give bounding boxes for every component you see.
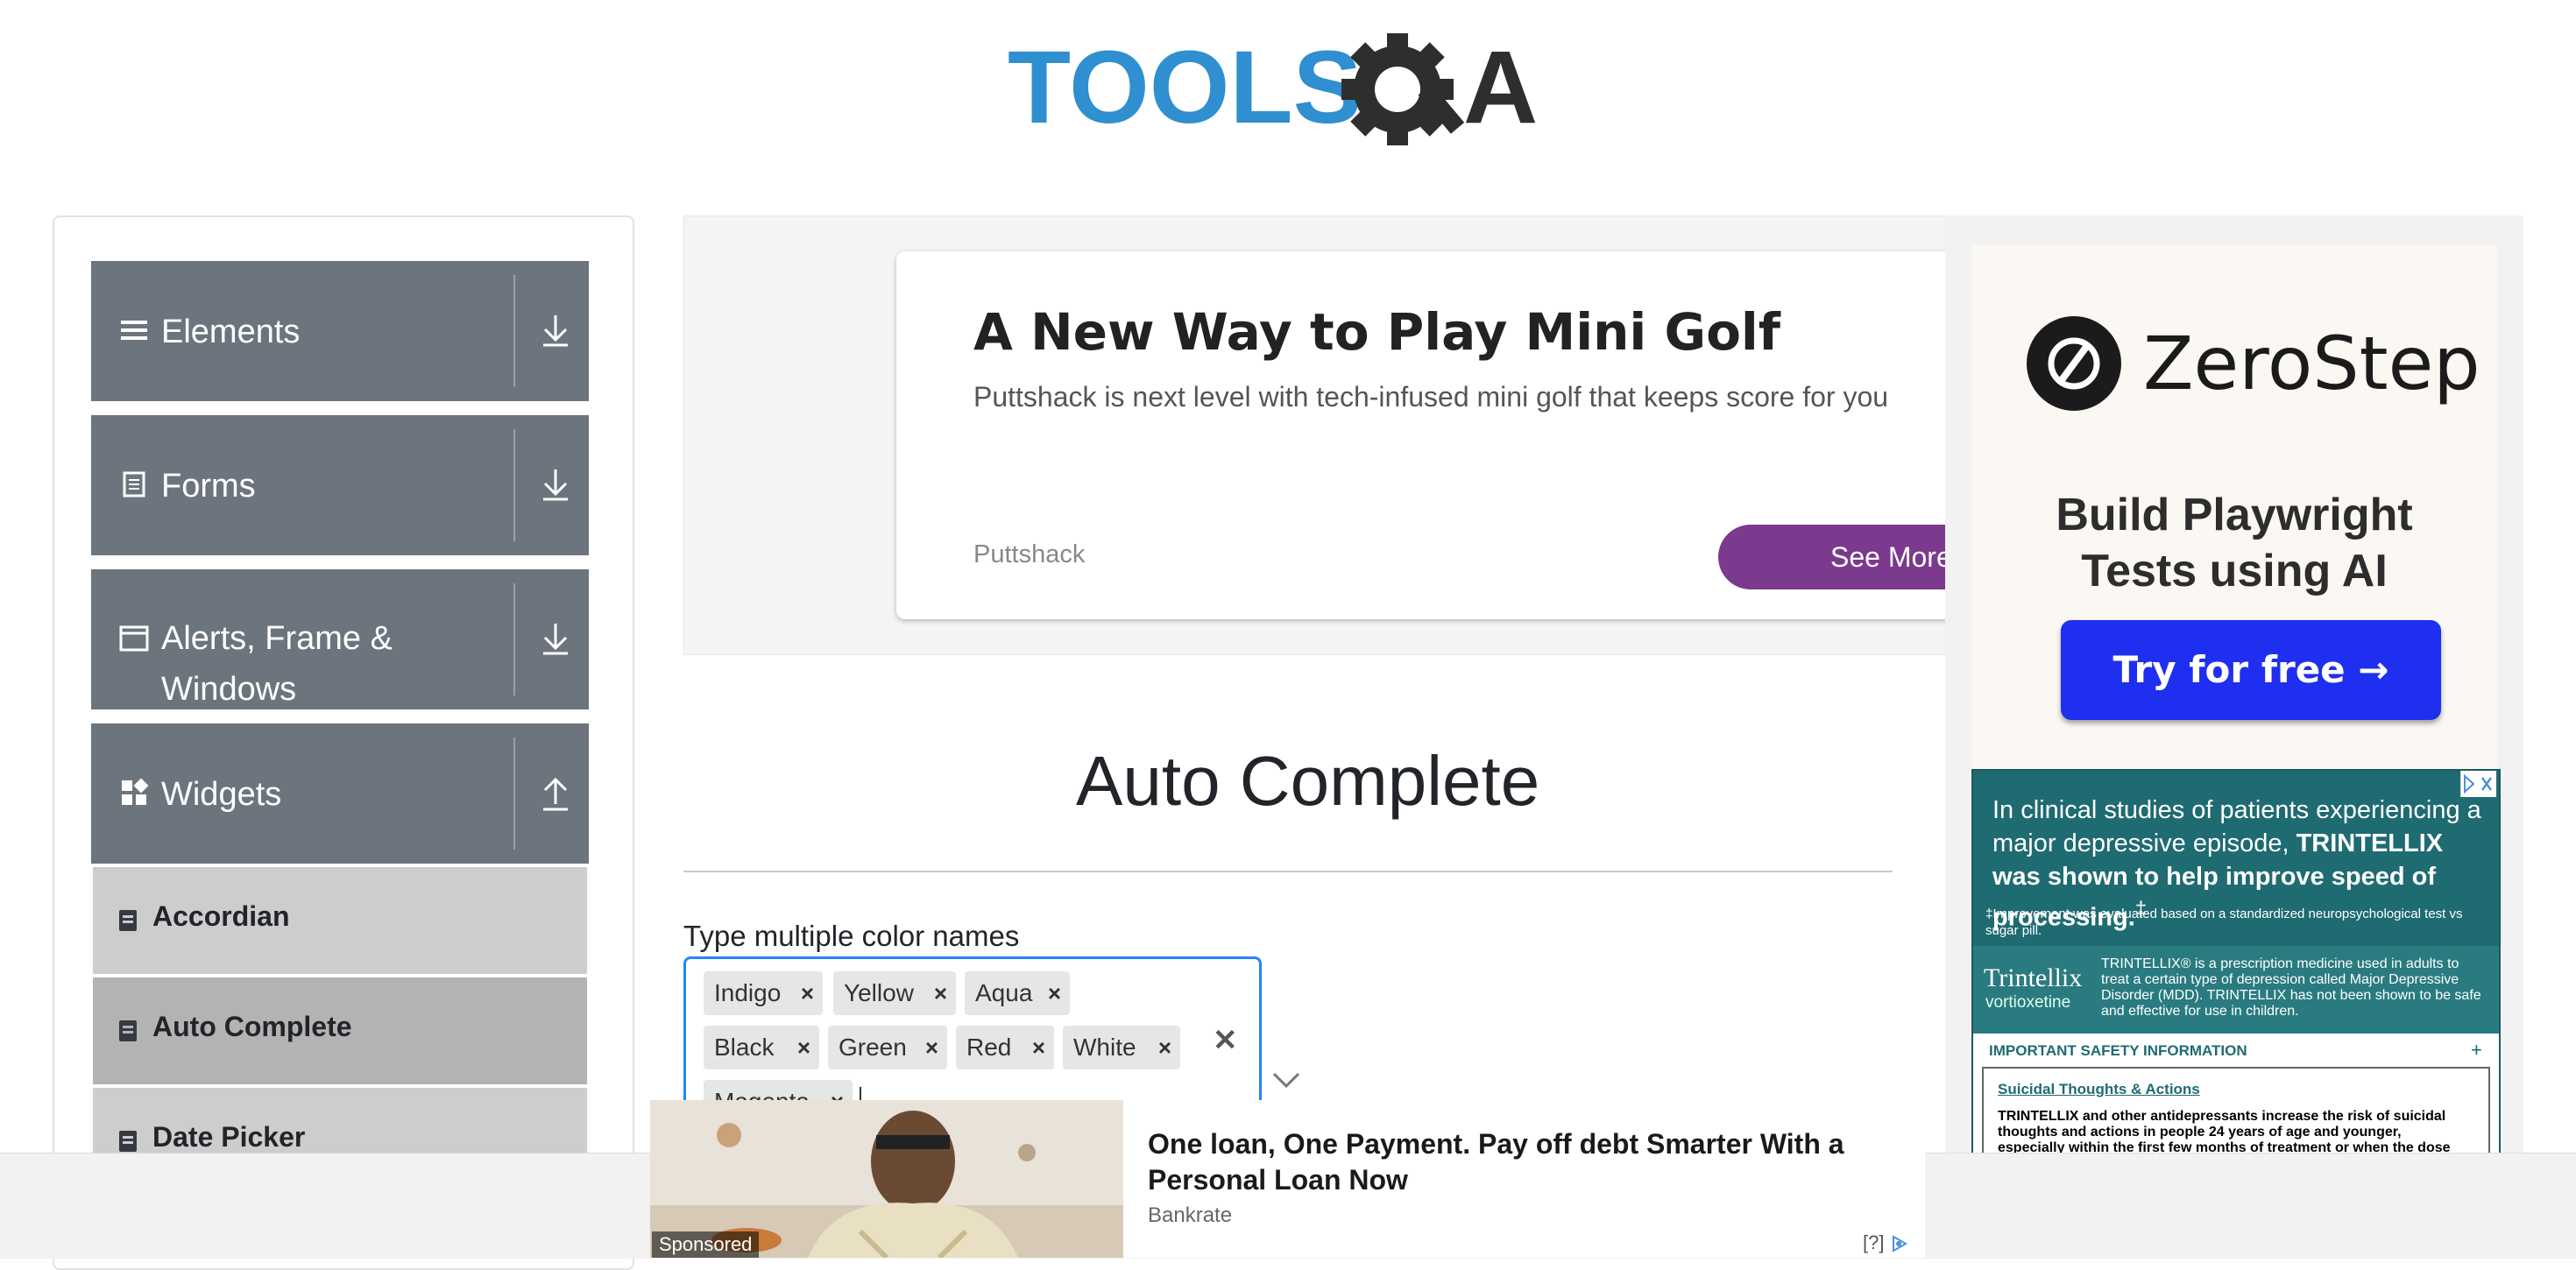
item-icon — [119, 910, 137, 931]
tag-label: White — [1073, 1034, 1136, 1061]
sidebar-group-forms[interactable]: Forms — [91, 415, 589, 555]
tag-chip: Aqua × — [965, 971, 1070, 1015]
sidebar-group-elements[interactable]: Elements — [91, 261, 589, 401]
see-more-button[interactable]: See More — [1718, 525, 1946, 589]
download-arrow-icon[interactable] — [529, 307, 582, 356]
pharma-header: In clinical studies of patients experien… — [1973, 771, 2499, 946]
remove-tag-icon[interactable]: × — [934, 971, 947, 1015]
trintellix-ad[interactable]: In clinical studies of patients experien… — [1971, 769, 2501, 1156]
sidebar-item-label: Accordian — [152, 900, 290, 932]
divider — [513, 583, 515, 695]
sidebar-group-label: Elements — [161, 314, 301, 350]
sidebar-item-accordian[interactable]: Accordian — [93, 867, 587, 974]
ad-description: Puttshack is next level with tech-infuse… — [973, 381, 1889, 413]
divider — [683, 871, 1893, 872]
try-for-free-button[interactable]: Try for free → — [2061, 620, 2441, 720]
tag-label: Black — [714, 1034, 775, 1061]
color-multi-select-input[interactable]: Indigo × Yellow × Aqua × Black × Green × Red ×… — [683, 956, 1262, 1124]
tag-label: Indigo — [714, 979, 782, 1006]
widgets-icon — [122, 778, 149, 805]
tag-chip: Red × — [956, 1026, 1054, 1069]
sidebar-item-auto-complete[interactable]: Auto Complete — [93, 977, 587, 1084]
zerostep-tagline: Build Playwright Tests using AI — [1971, 487, 2497, 599]
sidebar-group-widgets[interactable]: Widgets — [91, 723, 589, 864]
field-label: Type multiple color names — [683, 920, 1020, 952]
logo-text-a: A — [1463, 30, 1538, 145]
sidebar: Elements Forms Alerts, Frame & Windows W… — [53, 215, 634, 1270]
remove-tag-icon[interactable]: × — [925, 1026, 938, 1069]
divider — [513, 275, 515, 387]
tagline-line-1: Build Playwright — [2056, 490, 2413, 540]
divider — [513, 737, 515, 850]
upload-arrow-icon[interactable] — [529, 769, 582, 818]
download-arrow-icon[interactable] — [529, 461, 582, 510]
ad-choices-label: [?] — [1863, 1231, 1885, 1253]
window-icon — [119, 625, 149, 652]
gear-icon — [1341, 33, 1465, 145]
zerostep-logo-icon — [2027, 316, 2121, 411]
sidebar-item-label: Date Picker — [152, 1121, 306, 1153]
tag-label: Red — [966, 1034, 1012, 1061]
page-title: Auto Complete — [1076, 742, 1540, 820]
pharma-description: TRINTELLIX® is a prescription medicine u… — [2101, 956, 2481, 1019]
pharma-footnote: ‡Improvement was evaluated based on a st… — [1985, 907, 2463, 938]
tag-chip: Green × — [828, 1026, 947, 1069]
ad-container: A New Way to Play Mini Golf Puttshack is… — [683, 215, 1947, 655]
ad-choices-icon — [1892, 1235, 1907, 1252]
ad-choices-close-icon[interactable] — [2460, 771, 2496, 797]
ad-brand: Bankrate — [1148, 1203, 1233, 1227]
pharma-brand: Trintellix — [1984, 963, 2083, 992]
document-icon — [123, 471, 145, 497]
chevron-down-icon[interactable] — [1270, 1070, 1302, 1090]
logo-text-tools: TOOLS — [1008, 30, 1362, 145]
ad-brand: Puttshack — [973, 540, 1086, 568]
tag-chip: Black × — [704, 1026, 819, 1069]
tagline-line-2: Tests using AI — [2081, 546, 2388, 596]
sponsored-label: Sponsored — [652, 1231, 760, 1258]
safety-info-box: Suicidal Thoughts & Actions TRINTELLIX a… — [1982, 1067, 2490, 1155]
remove-tag-icon[interactable]: × — [801, 971, 814, 1015]
item-icon — [119, 1131, 137, 1152]
tag-label: Aqua — [975, 979, 1033, 1006]
download-arrow-icon[interactable] — [529, 615, 582, 664]
safety-info-heading[interactable]: IMPORTANT SAFETY INFORMATION — [1989, 1042, 2247, 1060]
sidebar-group-label: Alerts, Frame & Windows — [161, 613, 393, 715]
tag-label: Yellow — [844, 979, 914, 1006]
expand-icon[interactable]: + — [2471, 1039, 2482, 1062]
ad-choices[interactable]: [?] — [1863, 1231, 1920, 1254]
tag-chip: Yellow × — [833, 971, 956, 1015]
label-line-2: Windows — [161, 671, 297, 708]
hamburger-icon — [121, 321, 147, 340]
safety-subheading[interactable]: Suicidal Thoughts & Actions — [1998, 1081, 2200, 1098]
divider — [513, 429, 515, 541]
ad-title[interactable]: A New Way to Play Mini Golf — [973, 302, 1780, 362]
ad-headline[interactable]: One loan, One Payment. Pay off debt Smar… — [1148, 1126, 1901, 1198]
clear-all-icon[interactable]: ✕ — [1213, 1023, 1238, 1058]
remove-tag-icon[interactable]: × — [1048, 971, 1061, 1015]
item-icon — [119, 1020, 137, 1041]
toolsqa-logo[interactable]: TOOLS A — [1008, 26, 1577, 158]
pharma-brand-sub: vortioxetine — [1985, 993, 2071, 1012]
sidebar-group-label: Forms — [161, 468, 256, 504]
sidebar-group-alerts[interactable]: Alerts, Frame & Windows — [91, 569, 589, 709]
zerostep-brand: ZeroStep — [2143, 321, 2480, 406]
pharma-brand-strip: Trintellix vortioxetine TRINTELLIX® is a… — [1973, 946, 2499, 1034]
tag-label: Green — [839, 1034, 907, 1061]
safety-body: TRINTELLIX and other antidepressants inc… — [1998, 1109, 2451, 1155]
sidebar-group-label: Widgets — [161, 776, 282, 813]
remove-tag-icon[interactable]: × — [1158, 1026, 1171, 1069]
label-line-1: Alerts, Frame & — [161, 620, 393, 657]
bottom-ad[interactable]: Sponsored One loan, One Payment. Pay off… — [650, 1100, 1925, 1258]
tag-chip: White × — [1063, 1026, 1180, 1069]
remove-tag-icon[interactable]: × — [1032, 1026, 1045, 1069]
remove-tag-icon[interactable]: × — [797, 1026, 810, 1069]
tag-chip: Indigo × — [704, 971, 823, 1015]
ad-card[interactable]: A New Way to Play Mini Golf Puttshack is… — [896, 251, 1946, 619]
sidebar-item-label: Auto Complete — [152, 1011, 352, 1042]
